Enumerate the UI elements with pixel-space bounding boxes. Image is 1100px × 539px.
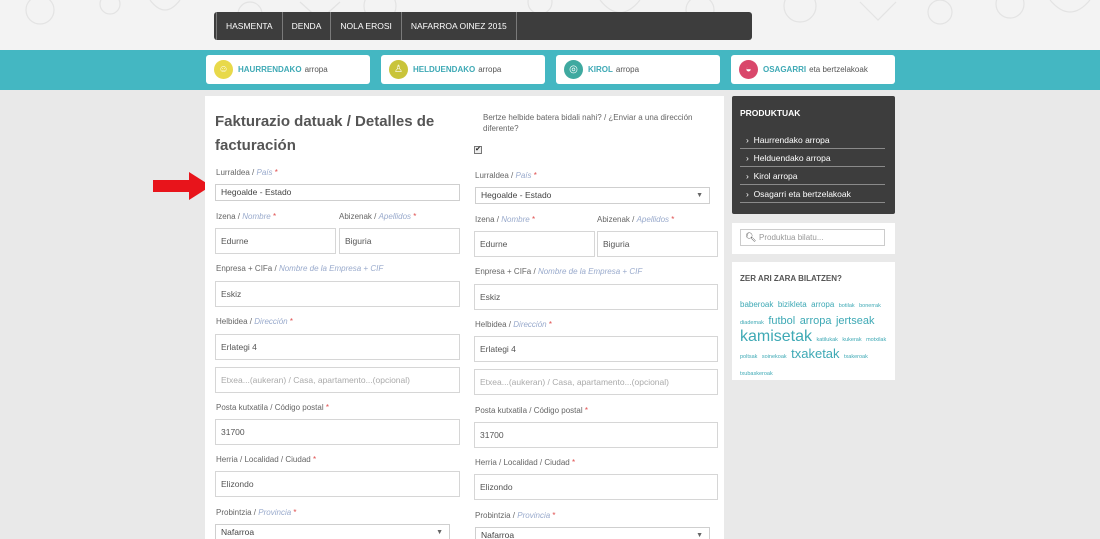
- tag-link[interactable]: futbol: [768, 315, 795, 327]
- postal-label: Posta kutxatila / Código postal *: [475, 406, 588, 415]
- shipping-company-field[interactable]: Eskiz: [474, 284, 718, 310]
- category-bold: OSAGARRI: [763, 65, 807, 74]
- ship-different-checkbox[interactable]: ✔: [474, 146, 482, 154]
- cap-icon: ◒: [739, 60, 758, 79]
- sidebar-item-sport[interactable]: › Kirol arropa: [740, 167, 885, 185]
- tag-link[interactable]: baberoak: [740, 300, 773, 309]
- country-label: Lurraldea / País *: [475, 171, 537, 180]
- sidebar-item-adults[interactable]: › Helduendako arropa: [740, 149, 885, 167]
- shipping-postal-field[interactable]: 31700: [474, 422, 718, 448]
- product-search-input[interactable]: 🔍︎ Produktua bilatu...: [740, 229, 885, 246]
- tag-link[interactable]: soinekoak: [762, 354, 787, 360]
- category-rest: arropa: [304, 65, 328, 74]
- shipping-address2-field[interactable]: Etxea...(aukeran) / Casa, apartamento...…: [474, 369, 718, 395]
- billing-address2-field[interactable]: Etxea...(aukeran) / Casa, apartamento...…: [215, 367, 460, 393]
- billing-country-select[interactable]: Hegoalde - Estado: [215, 184, 460, 201]
- tag-link[interactable]: botilak: [839, 303, 855, 309]
- ball-icon: ◎: [564, 60, 583, 79]
- billing-address-field[interactable]: Erlategi 4: [215, 334, 460, 360]
- tag-cloud: baberoak bizikleta arropa botilak bonerr…: [740, 296, 890, 381]
- category-accessories[interactable]: ◒ OSAGARRI eta bertzelakoak: [731, 55, 895, 84]
- category-rest: arropa: [478, 65, 502, 74]
- nav-how-to-buy[interactable]: NOLA EROSI: [331, 12, 402, 40]
- billing-company-field[interactable]: Eskiz: [215, 281, 460, 307]
- chevron-down-icon: ▼: [696, 192, 703, 199]
- shipping-country-select[interactable]: Hegoalde - Estado ▼: [475, 187, 710, 204]
- tag-link[interactable]: katilukak: [816, 337, 837, 343]
- nav-nafarroa-oinez[interactable]: NAFARROA OINEZ 2015: [402, 12, 517, 40]
- billing-city-field[interactable]: Elizondo: [215, 471, 460, 497]
- country-label: Lurraldea / País *: [216, 168, 278, 177]
- shipping-city-field[interactable]: Elizondo: [474, 474, 718, 500]
- surname-label: Abizenak / Apellidos *: [339, 212, 417, 221]
- province-label: Probintzia / Provincia *: [475, 511, 556, 520]
- category-band: ☺ HAURRENDAKO arropa ♙ HELDUENDAKO arrop…: [0, 50, 1100, 90]
- tag-link[interactable]: arropa: [800, 315, 832, 327]
- nav-shop[interactable]: DENDA: [283, 12, 332, 40]
- sidebar-item-accessories[interactable]: › Osagarri eta bertzelakoak: [740, 185, 885, 203]
- category-kids[interactable]: ☺ HAURRENDAKO arropa: [206, 55, 370, 84]
- products-heading: PRODUKTUAK: [740, 108, 801, 118]
- category-sport[interactable]: ◎ KIROL arropa: [556, 55, 720, 84]
- tag-link[interactable]: motxilak: [866, 337, 886, 343]
- address-label: Helbidea / Dirección *: [475, 320, 552, 329]
- billing-postal-field[interactable]: 31700: [215, 419, 460, 445]
- city-label: Herria / Localidad / Ciudad *: [216, 455, 317, 464]
- category-rest: arropa: [615, 65, 640, 74]
- shipping-province-select[interactable]: Nafarroa ▼: [475, 527, 710, 539]
- sidebar-item-kids[interactable]: › Haurrendako arropa: [740, 131, 885, 149]
- tag-link[interactable]: txakeroak: [844, 354, 868, 360]
- name-label: Izena / Nombre *: [216, 212, 277, 221]
- address-label: Helbidea / Dirección *: [216, 317, 293, 326]
- nav-home[interactable]: HASMENTA: [216, 12, 283, 40]
- red-arrow-icon: [153, 172, 211, 200]
- name-label: Izena / Nombre *: [475, 215, 536, 224]
- city-label: Herria / Localidad / Ciudad *: [475, 458, 576, 467]
- company-label: Enpresa + CIFa / Nombre de la Empresa + …: [216, 264, 384, 273]
- chevron-down-icon: ▼: [436, 529, 443, 536]
- company-label: Enpresa + CIFa / Nombre de la Empresa + …: [475, 267, 643, 276]
- adult-icon: ♙: [389, 60, 408, 79]
- postal-label: Posta kutxatila / Código postal *: [216, 403, 329, 412]
- products-menu: PRODUKTUAK › Haurrendako arropa › Heldue…: [732, 96, 895, 214]
- category-adults[interactable]: ♙ HELDUENDAKO arropa: [381, 55, 545, 84]
- category-bold: KIROL: [588, 65, 613, 74]
- tag-link[interactable]: txubaskeroak: [740, 371, 773, 377]
- shipping-name-field[interactable]: Edurne: [474, 231, 595, 257]
- tag-cloud-box: ZER ARI ZARA BILATZEN? baberoak biziklet…: [732, 262, 895, 380]
- shipping-surname-field[interactable]: Biguria: [597, 231, 718, 257]
- tag-link[interactable]: arropa: [811, 300, 834, 309]
- billing-surname-field[interactable]: Biguria: [339, 228, 460, 254]
- tag-link[interactable]: bonerrak: [859, 303, 881, 309]
- province-label: Probintzia / Provincia *: [216, 508, 297, 517]
- billing-name-field[interactable]: Edurne: [215, 228, 336, 254]
- chevron-down-icon: ▼: [696, 532, 703, 539]
- category-rest: eta bertzelakoak: [809, 65, 868, 74]
- tag-link[interactable]: diademak: [740, 320, 764, 326]
- page-title: Fakturazio datuak / Detalles de facturac…: [215, 113, 435, 154]
- product-search-box: 🔍︎ Produktua bilatu...: [732, 223, 895, 254]
- ship-different-question: Bertze helbide batera bidali nahi? / ¿En…: [483, 113, 693, 133]
- category-bold: HAURRENDAKO: [238, 65, 302, 74]
- tag-link[interactable]: poltsak: [740, 354, 757, 360]
- billing-province-select[interactable]: Nafarroa ▼: [215, 524, 450, 539]
- tag-link[interactable]: jertseak: [836, 315, 875, 327]
- child-icon: ☺: [214, 60, 233, 79]
- shipping-address-field[interactable]: Erlategi 4: [474, 336, 718, 362]
- search-icon: 🔍︎: [745, 232, 757, 242]
- tag-link[interactable]: kamisetak: [740, 328, 812, 345]
- tag-link[interactable]: bizikleta: [778, 300, 807, 309]
- surname-label: Abizenak / Apellidos *: [597, 215, 675, 224]
- checkout-form: Fakturazio datuak / Detalles de facturac…: [205, 96, 724, 539]
- tag-link[interactable]: kukerak: [842, 337, 861, 343]
- main-nav: HASMENTA DENDA NOLA EROSI NAFARROA OINEZ…: [214, 12, 752, 40]
- tag-link[interactable]: txaketak: [791, 346, 839, 361]
- category-bold: HELDUENDAKO: [413, 65, 476, 74]
- tag-cloud-heading: ZER ARI ZARA BILATZEN?: [740, 274, 842, 283]
